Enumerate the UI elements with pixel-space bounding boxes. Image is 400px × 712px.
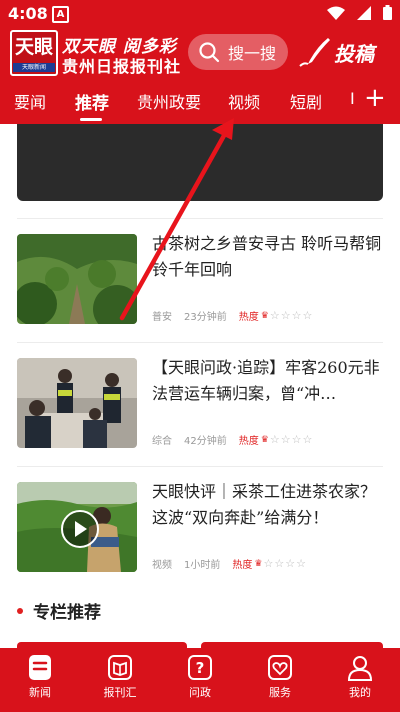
nav-wenzheng[interactable]: ? 问政 [165,654,235,700]
tab-tuijian[interactable]: 推荐 [75,89,109,114]
search-icon [199,42,220,63]
book-icon [108,655,132,680]
logo-text: 天眼 [14,36,53,58]
video-player[interactable] [17,124,383,201]
tab-guizhou-zhengyao[interactable]: 贵州政要 [137,89,201,113]
news-time: 23分钟前 [184,312,227,323]
star-icon: ☆ [291,309,302,322]
news-tag: 普安 [152,312,172,323]
crown-icon: ♛ [260,310,269,321]
battery-icon [383,5,392,20]
tab-duanju[interactable]: 短剧 [290,89,322,113]
app-logo[interactable]: 天眼 天眼新闻 [10,30,58,76]
search-placeholder: 搜一搜 [228,44,277,63]
section-title: 专栏推荐 [33,603,101,623]
crown-icon: ♛ [254,558,263,569]
news-item[interactable]: 古茶树之乡普安寻古 聆听马帮铜铃千年回响 普安 23分钟前 热度 ♛ ☆ ☆ ☆ ☆ [0,234,400,344]
tab-shipin[interactable]: 视频 [228,89,260,113]
active-tab-indicator [80,118,102,121]
column-recommend-header: 专栏推荐 [17,598,101,623]
star-icon: ☆ [263,557,274,570]
news-thumbnail [17,234,137,324]
status-icons [327,5,392,20]
nav-news[interactable]: 新闻 [5,654,75,700]
tab-truncated[interactable]: I [350,89,355,108]
news-thumbnail [17,482,137,572]
news-icon [29,655,51,680]
nav-label: 报刊汇 [103,686,137,699]
nav-service[interactable]: 服务 [245,654,315,700]
nav-label: 服务 [269,686,291,699]
crown-icon: ♛ [260,434,269,445]
news-tag: 综合 [152,436,172,447]
channel-tabs: 要闻 推荐 贵州政要 视频 短剧 I + [0,78,400,124]
news-item[interactable]: 【天眼问政·追踪】牢客260元非法营运车辆归案，曾“冲… 综合 42分钟前 热度… [0,358,400,468]
news-meta: 综合 42分钟前 热度 ♛ ☆ ☆ ☆ ☆ [152,432,312,447]
status-bar: 4:08 A [0,0,400,26]
news-meta: 普安 23分钟前 热度 ♛ ☆ ☆ ☆ ☆ [152,308,312,323]
tab-yaowen[interactable]: 要闻 [14,89,46,113]
divider [17,466,383,467]
news-title[interactable]: 天眼快评｜采茶工住进茶农家？这波“双向奔赴”给满分！ [152,479,384,531]
nav-label: 新闻 [29,686,51,699]
nav-newspapers[interactable]: 报刊汇 [85,654,155,700]
app-header: 天眼 天眼新闻 双天眼 阅多彩 贵州日报报刊社 搜一搜 投稿 [0,26,400,78]
wifi-icon [327,6,345,20]
star-icon: ☆ [269,309,280,322]
star-icon: ☆ [280,309,291,322]
news-title[interactable]: 古茶树之乡普安寻古 聆听马帮铜铃千年回响 [152,231,384,283]
star-icon: ☆ [296,557,306,570]
news-time: 42分钟前 [184,436,227,447]
signal-icon [357,5,371,20]
nav-label: 我的 [349,686,371,699]
bottom-navigation: 新闻 报刊汇 ? 问政 服务 我的 [0,648,400,712]
status-time: 4:08 [8,4,48,23]
nav-label: 问政 [189,686,211,699]
star-icon: ☆ [302,309,313,322]
news-title[interactable]: 【天眼问政·追踪】牢客260元非法营运车辆归案，曾“冲… [152,355,384,407]
star-icon: ☆ [269,433,280,446]
nav-mine[interactable]: 我的 [325,654,395,700]
brand-publisher: 贵州日报报刊社 [62,57,182,76]
section-dot-icon [17,607,23,614]
star-icon: ☆ [285,557,296,570]
svg-text:?: ? [196,659,205,677]
news-thumbnail [17,358,137,448]
divider [17,218,383,219]
add-channel-icon[interactable]: + [364,84,386,112]
news-feed[interactable]: 古茶树之乡普安寻古 聆听马帮铜铃千年回响 普安 23分钟前 热度 ♛ ☆ ☆ ☆ ☆ [0,124,400,648]
star-icon: ☆ [291,433,302,446]
hot-label: 热度 [238,436,259,447]
hot-label: 热度 [238,312,259,323]
search-bar[interactable]: 搜一搜 [188,34,288,70]
logo-subtext: 天眼新闻 [13,63,55,72]
pen-icon [299,38,330,67]
play-icon[interactable] [61,510,99,548]
star-icon: ☆ [274,557,285,570]
news-time: 1小时前 [184,560,221,571]
news-tag: 视频 [152,560,172,571]
hot-label: 热度 [232,560,253,571]
news-meta: 视频 1小时前 热度 ♛ ☆ ☆ ☆ ☆ [152,556,306,571]
submit-label: 投稿 [334,41,374,66]
divider [17,342,383,343]
notification-badge-icon: A [52,6,69,23]
news-item[interactable]: 天眼快评｜采茶工住进茶农家？这波“双向奔赴”给满分！ 视频 1小时前 热度 ♛ … [0,482,400,592]
question-icon: ? [188,655,212,680]
heart-icon [268,655,292,680]
star-icon: ☆ [280,433,291,446]
user-icon [347,656,373,681]
submit-article-button[interactable]: 投稿 [298,36,374,68]
star-icon: ☆ [302,433,313,446]
